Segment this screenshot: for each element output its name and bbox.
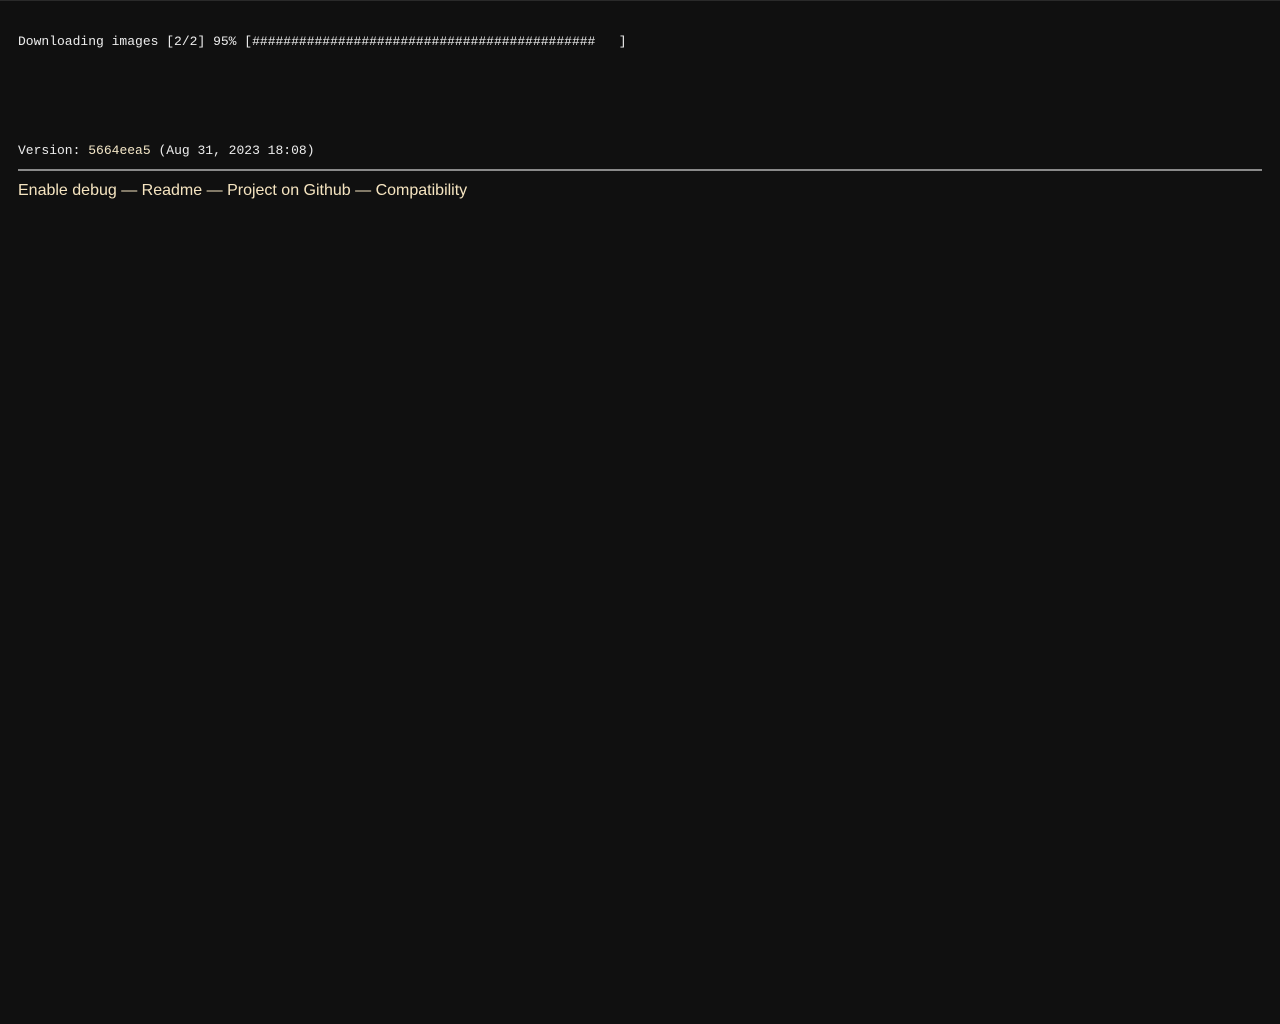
footer-separator: — (206, 182, 223, 199)
progress-bar-text: [#######################################… (244, 34, 627, 49)
version-date: (Aug 31, 2023 18:08) (158, 143, 315, 158)
version-hash-link[interactable]: 5664eea5 (88, 143, 150, 158)
enable-debug-link[interactable]: Enable debug (18, 182, 117, 199)
version-label: Version: (18, 143, 81, 158)
version-line: Version: 5664eea5 (Aug 31, 2023 18:08) (18, 143, 315, 159)
download-progress-line: Downloading images [2/2] 95% [##########… (18, 34, 627, 50)
github-project-link[interactable]: Project on Github (227, 182, 351, 199)
compatibility-link[interactable]: Compatibility (376, 182, 468, 199)
top-edge-line (0, 0, 1280, 1)
progress-counter: [2/2] (166, 34, 206, 49)
progress-percent: 95% (213, 34, 237, 49)
footer-divider (18, 169, 1262, 171)
footer-nav: Enable debug — Readme — Project on Githu… (18, 181, 467, 201)
footer-separator: — (121, 182, 138, 199)
footer-separator: — (355, 182, 372, 199)
readme-link[interactable]: Readme (142, 182, 202, 199)
progress-label: Downloading images (18, 34, 159, 49)
